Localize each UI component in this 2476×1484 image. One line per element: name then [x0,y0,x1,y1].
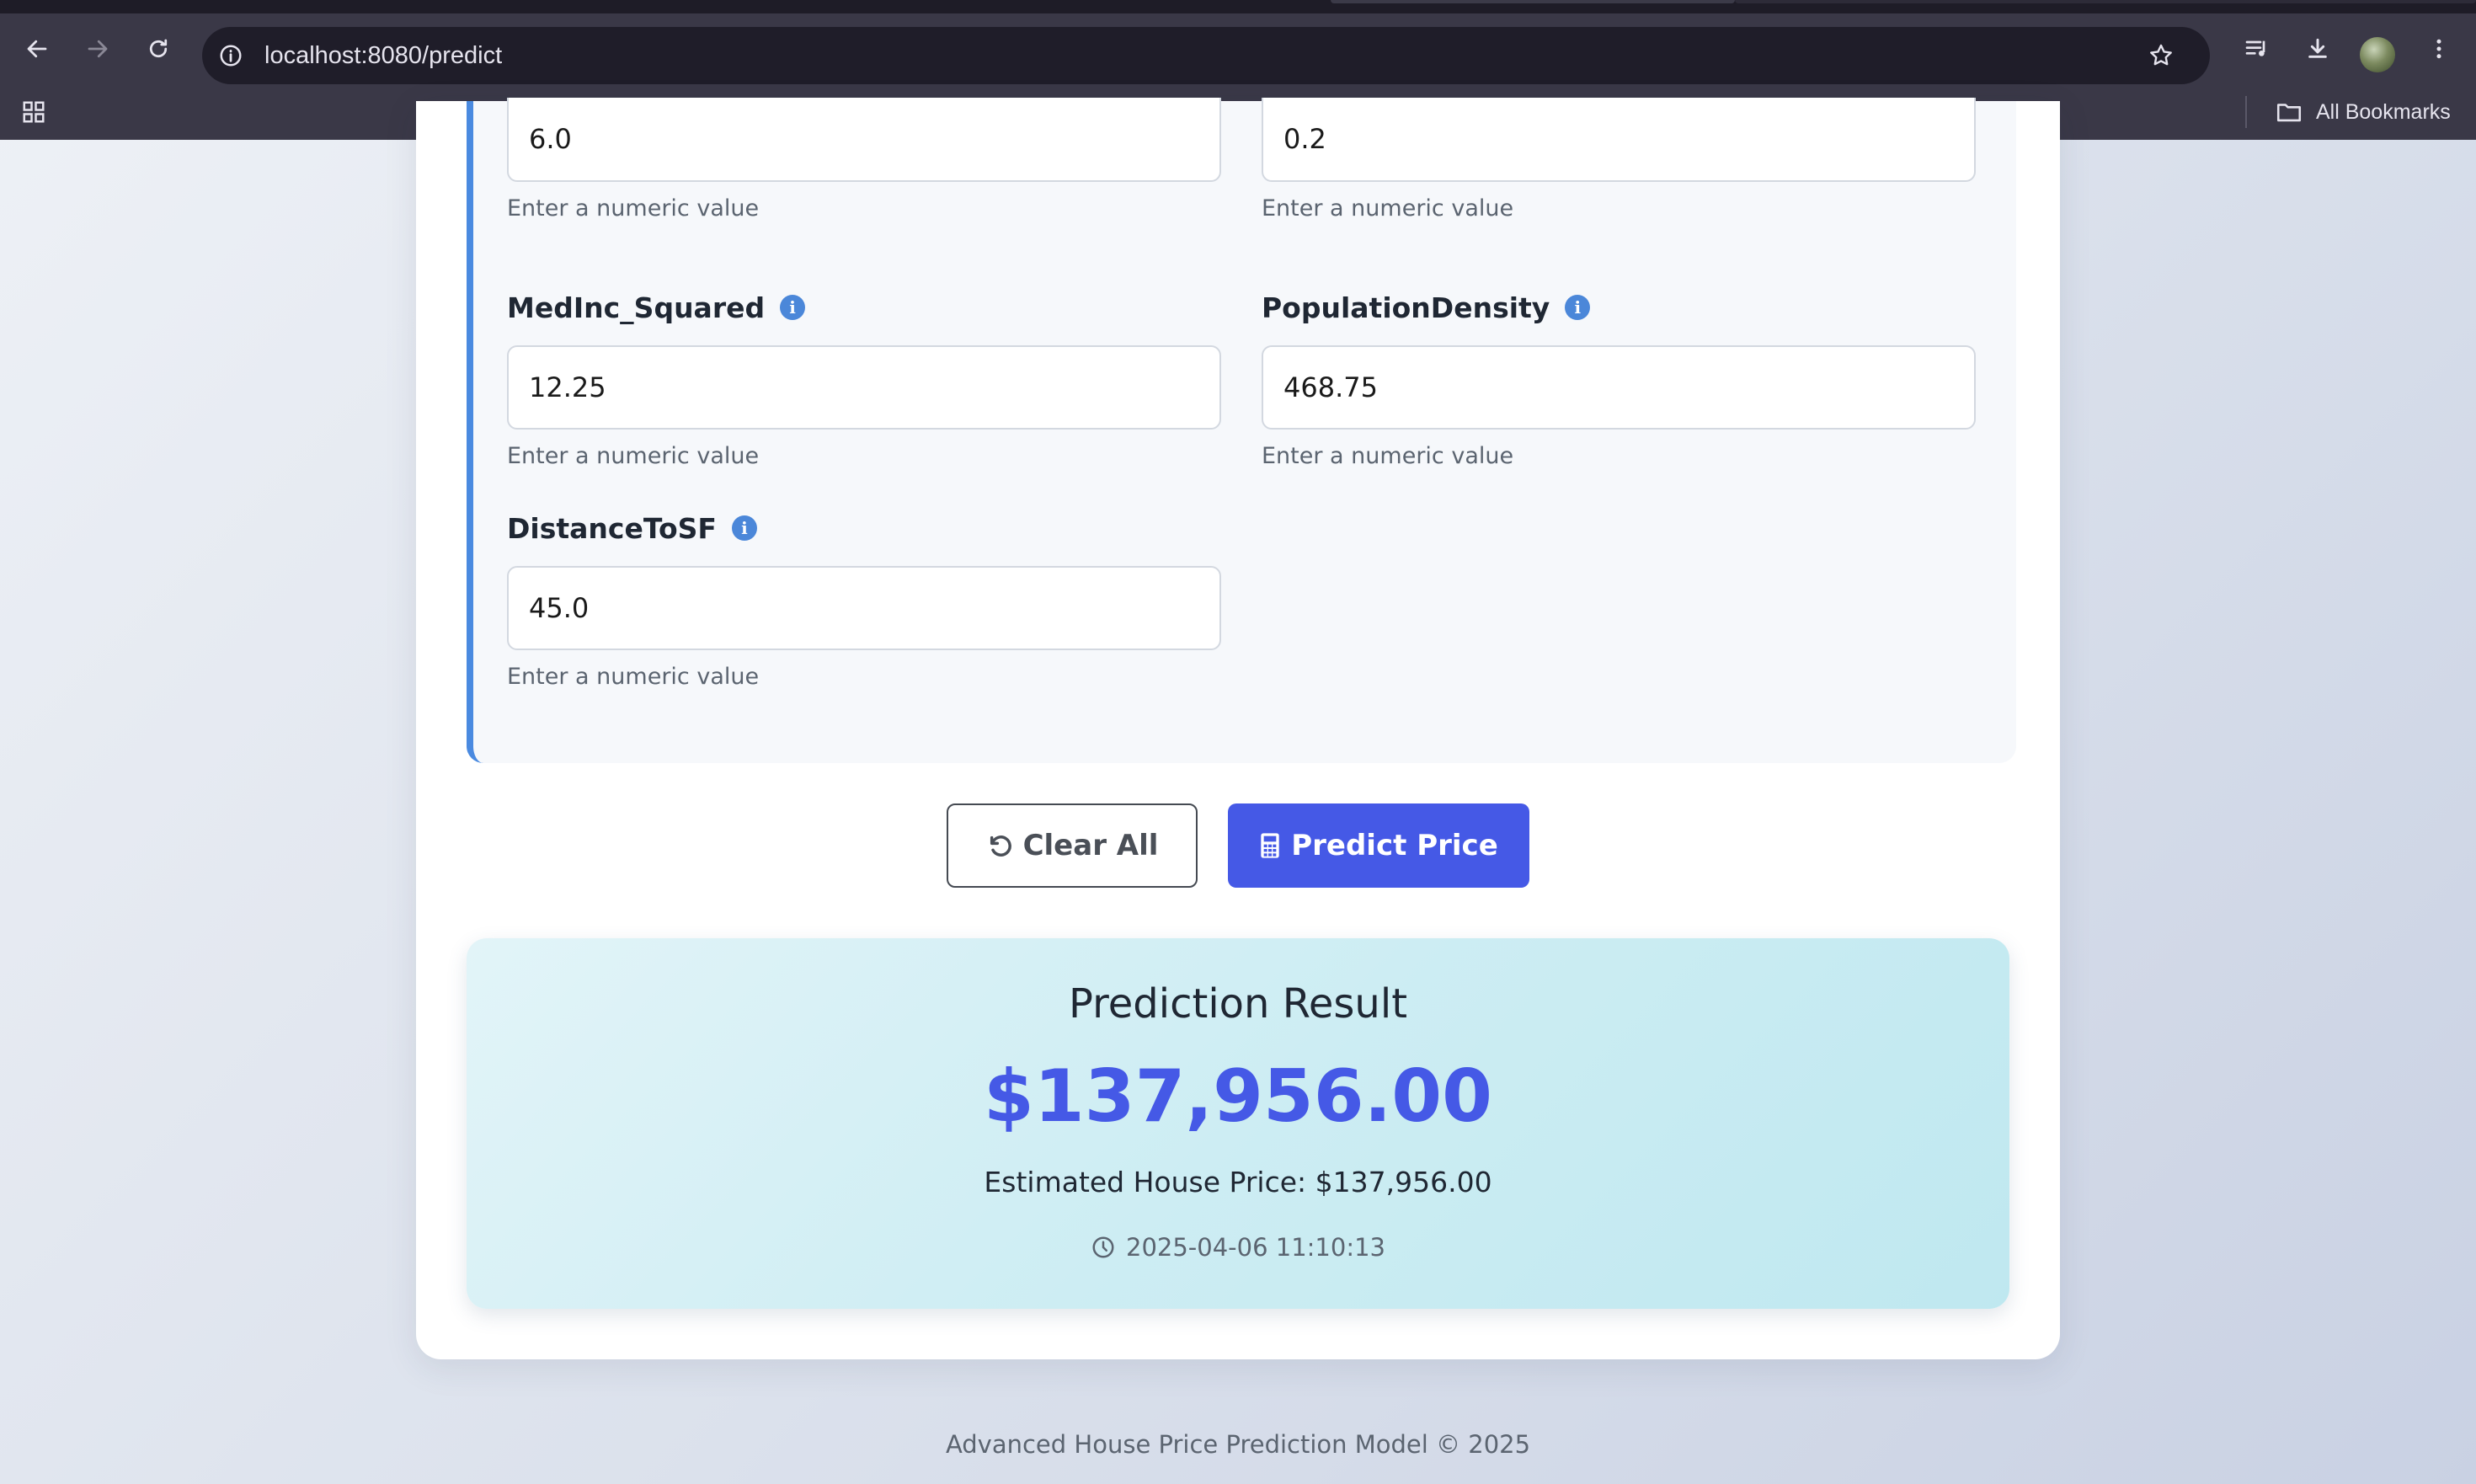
input-hint: Enter a numeric value [507,195,760,222]
numeric-input[interactable] [1262,98,1976,182]
info-icon[interactable]: i [1565,295,1591,320]
avatar[interactable] [2360,37,2395,72]
numeric-input[interactable] [507,98,1221,182]
apps-icon[interactable] [13,92,54,132]
prediction-result-panel: Prediction Result $137,956.00 Estimated … [467,938,2009,1309]
medinc-squared-input[interactable] [507,345,1221,430]
predict-price-label: Predict Price [1291,829,1498,862]
all-bookmarks-link[interactable]: All Bookmarks [2316,84,2451,140]
field-label: PopulationDensity [1262,291,1550,324]
browser-toolbar: localhost:8080/predict [0,13,2476,84]
reload-icon[interactable] [138,29,179,69]
result-timestamp: 2025-04-06 11:10:13 [467,1233,2009,1262]
download-icon[interactable] [2297,29,2338,69]
field-partial-1: Enter a numeric value [507,98,1221,224]
calculator-icon [1261,833,1279,858]
more-icon[interactable] [2419,29,2459,69]
undo-icon [990,835,1011,857]
bookmarks-divider [2245,96,2247,128]
clear-all-label: Clear All [1022,829,1159,862]
page-footer: Advanced House Price Prediction Model © … [945,1430,1531,1459]
field-distance-to-sf: DistanceToSF i Enter a numeric value [507,507,1221,692]
tab-strip [0,0,2476,13]
site-info-icon[interactable] [211,35,251,76]
input-hint: Enter a numeric value [1262,443,1514,469]
input-hint: Enter a numeric value [507,443,760,469]
input-hint: Enter a numeric value [1262,195,1514,222]
input-hint: Enter a numeric value [507,664,760,690]
predict-price-button[interactable]: Predict Price [1228,803,1529,888]
star-icon[interactable] [2141,35,2181,76]
tab-edge[interactable] [1331,0,1735,3]
media-icon[interactable] [2237,29,2277,69]
distance-to-sf-input[interactable] [507,566,1221,650]
predicted-price: $137,956.00 [984,1054,1492,1139]
url-text[interactable]: localhost:8080/predict [264,27,502,84]
field-population-density: PopulationDensity i Enter a numeric valu… [1262,286,1976,472]
address-bar[interactable]: localhost:8080/predict [202,27,2210,84]
back-icon[interactable] [17,29,57,69]
info-icon[interactable]: i [780,295,806,320]
folder-icon [2269,92,2309,132]
tab-edge[interactable] [1735,0,2476,3]
estimated-price-text: Estimated House Price: $137,956.00 [984,1166,1492,1198]
field-partial-2: Enter a numeric value [1262,98,1976,224]
field-medinc-squared: MedInc_Squared i Enter a numeric value [507,286,1221,472]
forward-icon[interactable] [77,29,118,69]
field-label: DistanceToSF [507,511,717,545]
timestamp-text: 2025-04-06 11:10:13 [1126,1233,1385,1262]
info-icon[interactable]: i [731,515,757,541]
population-density-input[interactable] [1262,345,1976,430]
clear-all-button[interactable]: Clear All [947,803,1198,888]
result-title: Prediction Result [1068,980,1408,1028]
clock-icon [1092,1236,1114,1258]
field-label: MedInc_Squared [507,291,766,324]
